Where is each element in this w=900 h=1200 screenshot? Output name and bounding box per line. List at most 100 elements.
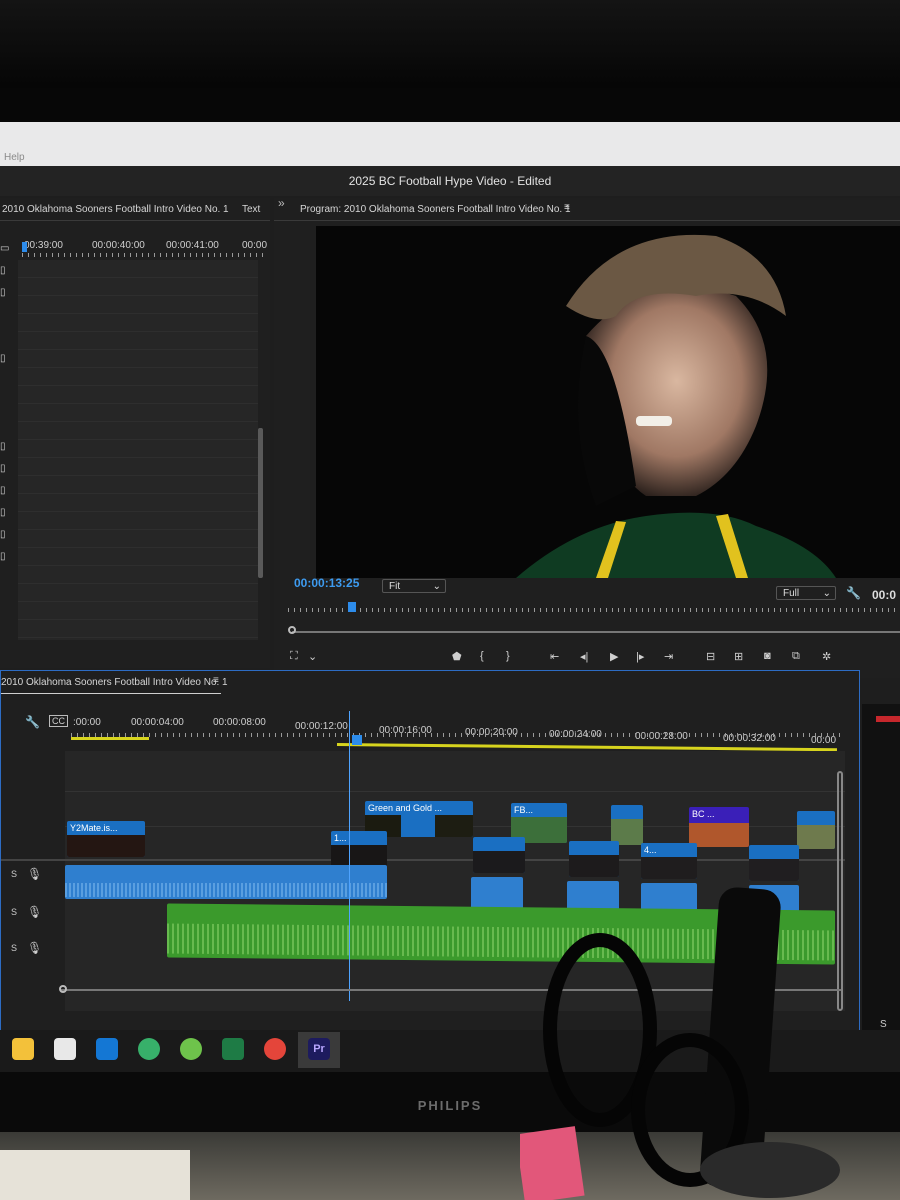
timeline-playhead-line[interactable]: [349, 711, 350, 1001]
room-background: [0, 0, 900, 92]
program-duration: 00:0: [872, 588, 897, 602]
work-area-bar[interactable]: [336, 743, 837, 752]
timeline-tick: :00:00: [73, 717, 101, 728]
clip-thumbnail: [749, 859, 799, 881]
edge-icon[interactable]: [138, 1038, 160, 1060]
wrench-icon[interactable]: 🔧: [25, 715, 40, 729]
out-icon[interactable]: }: [506, 650, 510, 662]
track-label-a2: S: [11, 907, 18, 917]
clip-v1[interactable]: [569, 841, 619, 877]
source-side-icons: ▭ ▯ ▯ ▯ ▯ ▯ ▯ ▯ ▯ ▯: [0, 243, 10, 562]
compare-icon[interactable]: ⧉: [792, 650, 800, 663]
solo-button[interactable]: S: [880, 1019, 887, 1030]
source-scrollbar[interactable]: [258, 428, 263, 578]
clip-4[interactable]: 4...: [641, 843, 697, 879]
timeline-playhead-handle[interactable]: [352, 735, 362, 745]
fit-dropdown[interactable]: Fit ⌄: [382, 579, 446, 593]
wrench-icon[interactable]: 🔧: [846, 586, 861, 600]
chevron-down-icon[interactable]: ⌄: [308, 650, 317, 663]
go-to-in-icon[interactable]: ⇤: [550, 650, 559, 663]
divider: [0, 220, 270, 221]
meter-peak: [876, 716, 900, 722]
camera-icon[interactable]: ◙: [764, 650, 771, 662]
outlook-icon[interactable]: [96, 1038, 118, 1060]
clip-thumbnail: [689, 823, 749, 847]
step-back-icon[interactable]: ◂|: [580, 650, 588, 663]
source-tick: 00:00: [242, 240, 268, 251]
file-explorer-icon[interactable]: [12, 1038, 34, 1060]
app-title: 2025 BC Football Hype Video - Edited: [348, 174, 552, 188]
program-playhead[interactable]: [348, 602, 356, 612]
source-text-tab[interactable]: Text: [242, 204, 260, 215]
zoom-handle-left[interactable]: [59, 985, 67, 993]
monitor-bezel-top: [0, 88, 900, 124]
track-divider: [65, 791, 845, 792]
extract-icon[interactable]: ⊞: [734, 650, 743, 663]
fit-value: Fit: [389, 581, 401, 592]
clip-label: BC ...: [692, 809, 715, 819]
track-label-a3: S: [11, 943, 18, 953]
video-still: [316, 226, 900, 578]
clip-bc[interactable]: BC ...: [689, 807, 749, 847]
clip-label: 4...: [644, 845, 657, 855]
mic-icon[interactable]: 🎙: [27, 941, 42, 955]
program-panel: » Program: 2010 Oklahoma Sooners Footbal…: [274, 196, 900, 678]
av-divider: [1, 859, 845, 861]
timeline-menu-icon[interactable]: ≡: [213, 675, 219, 686]
clip-v3[interactable]: [797, 811, 835, 849]
program-menu-icon[interactable]: ≡: [564, 202, 570, 213]
chevron-down-icon: ⌄: [432, 581, 441, 592]
mic-icon[interactable]: 🎙: [27, 905, 42, 919]
source-tick: 00:00:40:00: [92, 240, 145, 251]
onedrive-icon[interactable]: [180, 1038, 202, 1060]
marker-icon[interactable]: ⬟: [452, 650, 462, 663]
clip-thumbnail: [473, 851, 525, 873]
source-tick: 00:39:00: [24, 240, 63, 251]
work-area-bar[interactable]: [71, 737, 149, 740]
clip-thumbnail: [435, 815, 473, 837]
source-playhead[interactable]: [22, 242, 27, 252]
play-icon[interactable]: ▶: [610, 650, 618, 663]
timeline-title[interactable]: 2010 Oklahoma Sooners Football Intro Vid…: [1, 677, 228, 688]
quality-value: Full: [783, 588, 800, 599]
captions-icon[interactable]: CC: [49, 715, 68, 727]
desk-paper: [0, 1150, 190, 1200]
panel-menu-icon[interactable]: »: [278, 196, 285, 210]
clip-thumbnail: [569, 855, 619, 877]
clip-label: FB...: [514, 805, 534, 815]
program-timecode[interactable]: 00:00:13:25: [294, 576, 359, 590]
mic-icon[interactable]: 🎙: [27, 867, 42, 881]
in-icon[interactable]: {: [480, 650, 484, 662]
step-forward-icon[interactable]: |▸: [636, 650, 644, 663]
premiere-pro-icon[interactable]: Pr: [308, 1038, 330, 1060]
chrome-icon[interactable]: [264, 1038, 286, 1060]
menu-help[interactable]: Help: [4, 152, 25, 163]
clip-1[interactable]: 1...: [331, 831, 387, 867]
settings-icon[interactable]: ✲: [822, 650, 831, 663]
zoom-handle-left[interactable]: [288, 626, 296, 634]
clip-thumbnail: [331, 845, 387, 867]
go-to-out-icon[interactable]: ⇥: [664, 650, 673, 663]
clip-v3[interactable]: [611, 805, 643, 845]
clip-y2mate[interactable]: Y2Mate.is...: [67, 821, 145, 857]
clip-v1[interactable]: [473, 837, 525, 873]
clip-v1[interactable]: [749, 845, 799, 881]
transport-controls: ⛶ ⌄ ⬟ { } ⇤ ◂| ▶ |▸ ⇥ ⊟ ⊞ ◙ ⧉ ✲: [288, 648, 888, 668]
timeline-tick: 00:00:12:00: [295, 721, 348, 732]
excel-icon[interactable]: [222, 1038, 244, 1060]
source-panel: 2010 Oklahoma Sooners Football Intro Vid…: [0, 198, 270, 732]
clip-audio-a1[interactable]: [65, 865, 387, 899]
clip-label: Green and Gold ...: [368, 803, 443, 813]
scissors-photo-object: [520, 887, 840, 1200]
source-panel-title[interactable]: 2010 Oklahoma Sooners Football Intro Vid…: [2, 204, 229, 215]
audio-meters-panel: S: [862, 704, 900, 1034]
lift-icon[interactable]: ⊟: [706, 650, 715, 663]
settings-icon[interactable]: ⛶: [290, 650, 298, 663]
quality-dropdown[interactable]: Full ⌄: [776, 586, 836, 600]
chevron-down-icon: ⌄: [822, 588, 831, 599]
timeline-ruler: [71, 733, 841, 737]
program-video-frame[interactable]: [316, 226, 900, 578]
program-title[interactable]: Program: 2010 Oklahoma Sooners Football …: [300, 204, 571, 215]
calendar-icon[interactable]: [54, 1038, 76, 1060]
program-zoom-bar[interactable]: [292, 631, 900, 633]
